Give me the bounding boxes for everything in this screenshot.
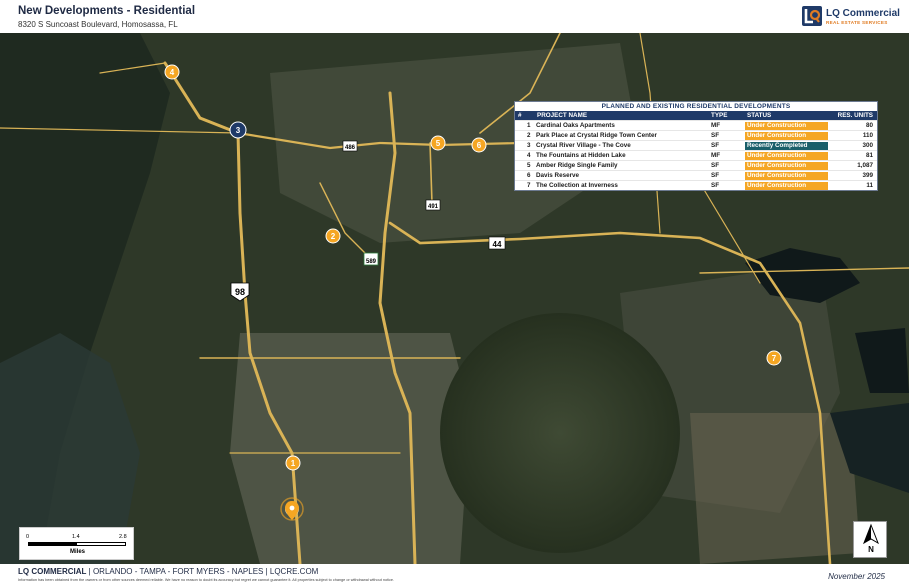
shield-486: 486 <box>342 140 358 152</box>
status-badge: Under Construction <box>745 122 828 130</box>
marker-1[interactable]: 1 <box>285 455 301 471</box>
marker-4[interactable]: 4 <box>164 64 180 80</box>
table-row[interactable]: 5 Amber Ridge Single Family SF Under Con… <box>515 160 877 170</box>
satellite-map[interactable]: 486 491 589 44 98 1 2 3 4 5 6 7 PLANNED … <box>0 33 909 564</box>
table-title: PLANNED AND EXISTING RESIDENTIAL DEVELOP… <box>601 103 791 110</box>
status-badge: Under Construction <box>745 172 828 180</box>
svg-text:98: 98 <box>235 287 245 297</box>
footer-brand-name: LQ COMMERCIAL <box>18 567 87 576</box>
scale-label-mid: 1.4 <box>72 534 80 540</box>
shield-44: 44 <box>488 236 506 250</box>
shield-491: 491 <box>425 199 441 211</box>
scale-label-0: 0 <box>26 534 30 540</box>
marker-6[interactable]: 6 <box>471 137 487 153</box>
status-badge: Under Construction <box>745 152 828 160</box>
page-subtitle: 8320 S Suncoast Boulevard, Homosassa, FL <box>18 20 178 29</box>
scale-label-max: 2.8 <box>119 534 127 540</box>
table-header: # PROJECT NAME TYPE STATUS RES. UNITS <box>515 111 877 120</box>
svg-text:1: 1 <box>291 459 296 468</box>
status-badge: Under Construction <box>745 182 828 190</box>
svg-text:3: 3 <box>236 126 241 135</box>
company-logo[interactable]: LQ Commercial REAL ESTATE SERVICES <box>802 6 902 28</box>
marker-7[interactable]: 7 <box>766 350 782 366</box>
north-arrow: N <box>853 521 887 558</box>
scale-bar: 0 1.4 2.8 Miles <box>19 527 134 560</box>
footer-offices: | ORLANDO - TAMPA - FORT MYERS - NAPLES … <box>86 567 319 576</box>
north-arrow-icon <box>863 523 879 545</box>
row-units: 11 <box>866 182 873 189</box>
svg-text:7: 7 <box>772 354 777 363</box>
col-project-name: PROJECT NAME <box>537 112 588 119</box>
table-row[interactable]: 1 Cardinal Oaks Apartments MF Under Cons… <box>515 120 877 130</box>
table-row[interactable]: 4 The Fountains at Hidden Lake MF Under … <box>515 150 877 160</box>
svg-text:589: 589 <box>366 259 377 265</box>
table-row[interactable]: 3 Crystal River Village - The Cove SF Re… <box>515 140 877 150</box>
row-type: SF <box>711 182 720 189</box>
logo-name: LQ Commercial <box>826 8 900 19</box>
marker-5[interactable]: 5 <box>430 135 446 151</box>
table-row[interactable]: 7 The Collection at Inverness SF Under C… <box>515 180 877 190</box>
col-type: TYPE <box>711 112 728 119</box>
lq-logo-icon <box>802 6 822 26</box>
shield-589: 589 <box>363 252 379 266</box>
status-badge: Under Construction <box>745 132 828 140</box>
logo-tagline: REAL ESTATE SERVICES <box>826 20 888 25</box>
col-status: STATUS <box>747 112 772 119</box>
footer-date: November 2025 <box>828 572 885 581</box>
footer-brand[interactable]: LQ COMMERCIAL | ORLANDO - TAMPA - FORT M… <box>18 567 318 576</box>
status-badge: Under Construction <box>745 162 828 170</box>
developments-table: PLANNED AND EXISTING RESIDENTIAL DEVELOP… <box>514 101 878 191</box>
north-label: N <box>868 545 874 554</box>
row-num: 7 <box>527 182 531 189</box>
table-row[interactable]: 6 Davis Reserve SF Under Construction 39… <box>515 170 877 180</box>
header: New Developments - Residential 8320 S Su… <box>0 0 909 33</box>
svg-text:2: 2 <box>331 232 336 241</box>
footer-disclaimer: Information has been obtained from the o… <box>18 578 395 582</box>
row-name: The Collection at Inverness <box>536 182 618 189</box>
svg-text:5: 5 <box>436 139 441 148</box>
svg-text:6: 6 <box>477 141 482 150</box>
svg-text:486: 486 <box>345 145 356 151</box>
marker-2[interactable]: 2 <box>325 228 341 244</box>
scale-unit: Miles <box>69 549 85 555</box>
urban-area-south <box>230 333 470 564</box>
col-units: RES. UNITS <box>837 112 873 119</box>
forest-area <box>440 313 680 553</box>
svg-text:4: 4 <box>170 68 175 77</box>
page-title: New Developments - Residential <box>18 5 196 17</box>
svg-text:491: 491 <box>428 204 439 210</box>
status-badge: Recently Completed <box>745 142 828 150</box>
footer: LQ COMMERCIAL | ORLANDO - TAMPA - FORT M… <box>0 564 909 588</box>
marker-3[interactable]: 3 <box>229 121 247 139</box>
col-num: # <box>518 112 522 119</box>
scale-bar-graphic <box>28 542 126 546</box>
table-row[interactable]: 2 Park Place at Crystal Ridge Town Cente… <box>515 130 877 140</box>
svg-text:44: 44 <box>493 240 502 249</box>
farmland-southeast <box>690 413 860 564</box>
